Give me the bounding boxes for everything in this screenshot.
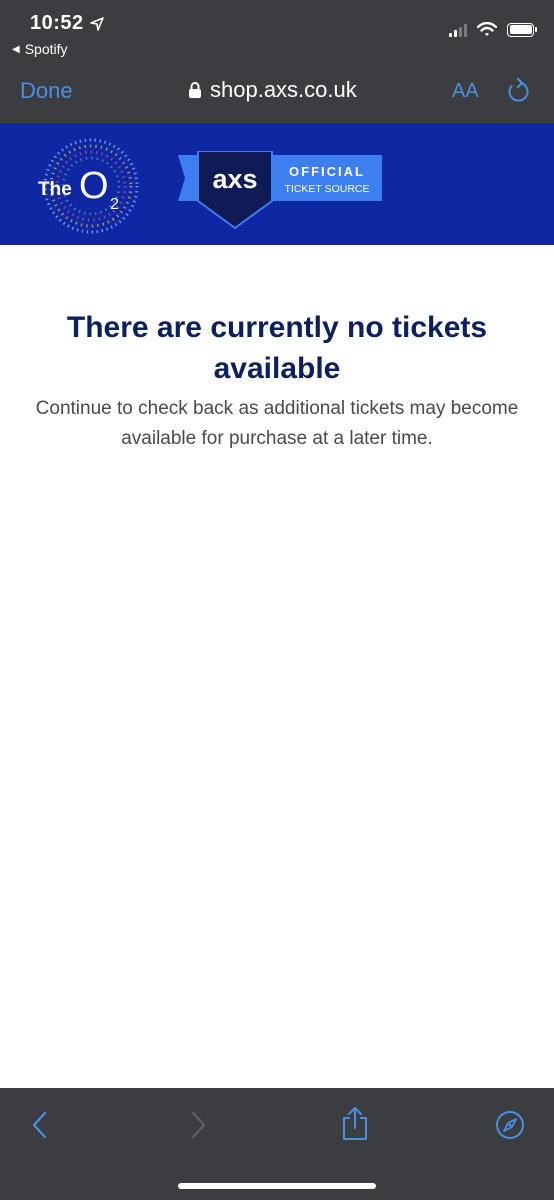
wifi-icon	[477, 22, 497, 36]
text-size-label: AA	[452, 80, 479, 102]
reload-icon[interactable]	[506, 78, 530, 104]
axs-official-text: OFFICIAL	[289, 164, 365, 179]
back-app-label: Spotify	[24, 41, 68, 57]
back-icon[interactable]	[30, 1110, 50, 1140]
forward-icon[interactable]	[188, 1110, 208, 1140]
screen: 10:52 ◀ Spotify Done shop.axs.co.uk AA T…	[0, 0, 554, 1200]
lock-icon	[189, 82, 201, 98]
o2-sub: 2	[110, 196, 119, 213]
cellular-signal-icon	[449, 23, 467, 37]
text-size-button[interactable]: AA	[452, 80, 479, 103]
no-tickets-headline: There are currently no tickets available	[66, 311, 488, 385]
o2-o: O	[79, 165, 109, 207]
status-indicators	[449, 22, 537, 37]
header-banner: The O 2 axs OFFICIAL TICKET SOURCE	[0, 123, 554, 245]
o2-the: The	[38, 179, 72, 200]
axs-brand: axs	[212, 164, 257, 194]
battery-icon	[507, 22, 537, 37]
home-indicator	[178, 1183, 376, 1189]
axs-official-logo: axs OFFICIAL TICKET SOURCE	[178, 151, 382, 230]
status-time: 10:52	[30, 12, 104, 35]
axs-ticket-source-text: TICKET SOURCE	[285, 183, 370, 195]
back-triangle-icon: ◀	[12, 43, 20, 55]
safari-compass-icon[interactable]	[495, 1110, 525, 1140]
back-to-app-link[interactable]: ◀ Spotify	[12, 41, 68, 57]
no-tickets-message: Continue to check back as additional tic…	[35, 398, 519, 449]
share-icon[interactable]	[340, 1106, 370, 1142]
location-icon	[89, 16, 104, 31]
url-text: shop.axs.co.uk	[210, 77, 357, 102]
browser-chrome: 10:52 ◀ Spotify Done shop.axs.co.uk AA	[0, 0, 554, 123]
status-time-text: 10:52	[30, 12, 84, 34]
url-bar[interactable]: shop.axs.co.uk	[188, 77, 357, 103]
o2-logo: The O 2	[38, 138, 139, 234]
done-button[interactable]: Done	[20, 78, 73, 104]
